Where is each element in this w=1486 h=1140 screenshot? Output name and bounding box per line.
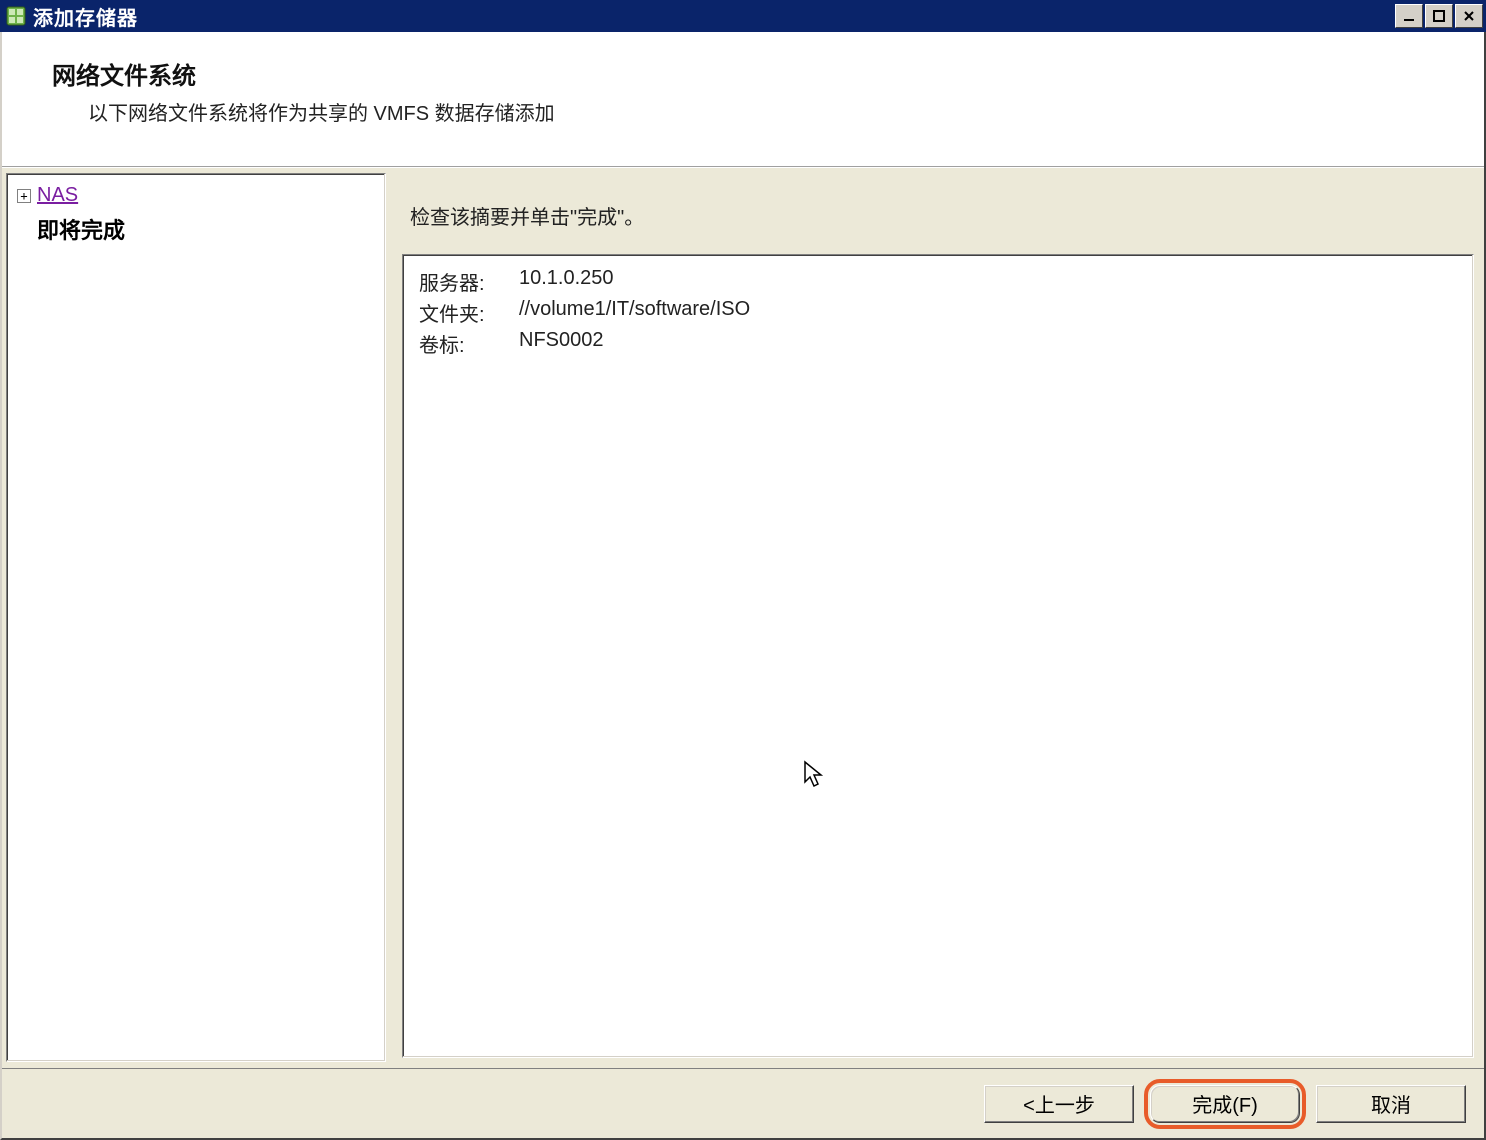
mouse-cursor-icon	[803, 760, 827, 784]
tree-expand-icon[interactable]: +	[17, 189, 31, 203]
summary-row-server: 服务器: 10.1.0.250	[419, 267, 1457, 296]
app-icon	[5, 5, 27, 27]
window-body: 网络文件系统 以下网络文件系统将作为共享的 VMFS 数据存储添加 + NAS …	[0, 32, 1486, 1140]
finish-button[interactable]: 完成(F)	[1150, 1085, 1300, 1123]
tree-current-step: 即将完成	[13, 209, 379, 245]
wizard-content: + NAS 即将完成 检查该摘要并单击"完成"。 服务器: 10.1.0.250…	[2, 167, 1484, 1068]
close-button[interactable]	[1455, 4, 1483, 28]
summary-folder-label: 文件夹:	[419, 298, 519, 327]
summary-server-value: 10.1.0.250	[519, 267, 614, 296]
window-title: 添加存储器	[33, 2, 1393, 31]
summary-row-label: 卷标: NFS0002	[419, 329, 1457, 358]
wizard-header: 网络文件系统 以下网络文件系统将作为共享的 VMFS 数据存储添加	[2, 32, 1484, 167]
wizard-footer: <上一步 完成(F) 取消	[2, 1068, 1484, 1138]
summary-label-label: 卷标:	[419, 329, 519, 358]
wizard-header-title: 网络文件系统	[52, 56, 1474, 91]
summary-row-folder: 文件夹: //volume1/IT/software/ISO	[419, 298, 1457, 327]
wizard-main-panel: 检查该摘要并单击"完成"。 服务器: 10.1.0.250 文件夹: //vol…	[392, 173, 1480, 1062]
wizard-steps-sidebar: + NAS 即将完成	[6, 173, 386, 1062]
back-button[interactable]: <上一步	[984, 1085, 1134, 1123]
titlebar: 添加存储器	[0, 0, 1486, 32]
summary-folder-value: //volume1/IT/software/ISO	[519, 298, 750, 327]
maximize-button[interactable]	[1425, 4, 1453, 28]
minimize-button[interactable]	[1395, 4, 1423, 28]
summary-box: 服务器: 10.1.0.250 文件夹: //volume1/IT/softwa…	[402, 254, 1474, 1058]
wizard-header-subtitle: 以下网络文件系统将作为共享的 VMFS 数据存储添加	[88, 97, 1474, 126]
tree-root-label[interactable]: NAS	[37, 184, 78, 207]
summary-server-label: 服务器:	[419, 267, 519, 296]
tree-root-row[interactable]: + NAS	[13, 182, 379, 209]
wizard-instruction: 检查该摘要并单击"完成"。	[410, 201, 1474, 230]
cancel-button[interactable]: 取消	[1316, 1085, 1466, 1123]
summary-label-value: NFS0002	[519, 329, 604, 358]
